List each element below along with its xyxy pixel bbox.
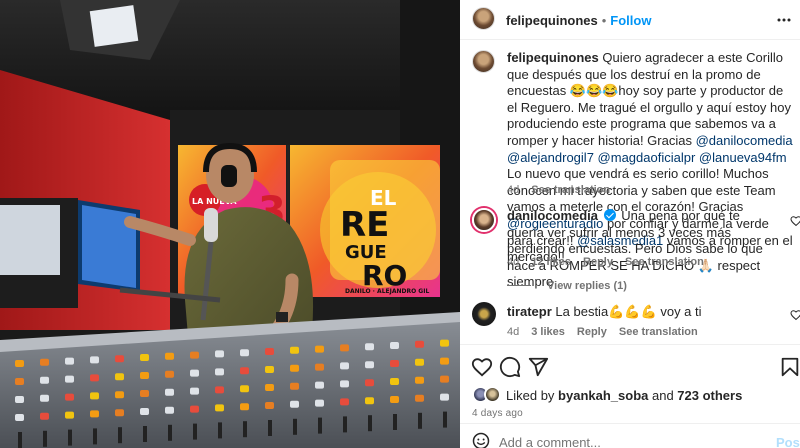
mixing-console <box>0 312 460 448</box>
caption-time[interactable]: 4d <box>507 184 519 196</box>
follow-button[interactable]: Follow <box>610 13 651 28</box>
liked-by-prefix: Liked by <box>506 388 559 403</box>
comment-time[interactable]: 4d <box>507 326 519 338</box>
avatar[interactable] <box>472 7 495 30</box>
liked-by-others[interactable]: 723 others <box>677 388 742 403</box>
see-translation-link[interactable]: See translation <box>531 184 610 196</box>
avatar[interactable] <box>472 208 496 232</box>
liked-by-user[interactable]: byankah_soba <box>558 388 648 403</box>
comment-icon[interactable] <box>499 356 521 378</box>
comment-username[interactable]: tiratepr <box>507 304 552 319</box>
reply-button[interactable]: Reply <box>583 256 613 268</box>
liked-by-middle: and <box>648 388 678 403</box>
post-time-row: 4 days ago <box>472 403 800 419</box>
divider <box>460 423 800 424</box>
view-replies[interactable]: View replies (1) <box>507 276 627 292</box>
ceiling-light <box>89 5 139 47</box>
mention-link[interactable]: @lanueva94fm <box>699 150 787 165</box>
emoji-icon[interactable] <box>472 432 490 448</box>
divider <box>460 344 800 345</box>
post-sidebar: felipequinones • Follow felipequinones Qui… <box>460 0 800 448</box>
avatar[interactable] <box>472 302 496 326</box>
post-button[interactable]: Post <box>776 435 800 448</box>
mention-link[interactable]: @magdaoficialpr <box>598 150 696 165</box>
view-replies-label[interactable]: View replies (1) <box>547 280 627 292</box>
studio-photo: EL RE GUE RO DANILO · ALEJANDRO GIL LA N… <box>0 0 460 448</box>
post-header: felipequinones • Follow <box>460 0 800 40</box>
caption-username[interactable]: felipequinones <box>507 50 599 65</box>
verified-badge-icon <box>603 209 616 221</box>
comment-like-heart-icon[interactable] <box>790 215 800 227</box>
mention-link[interactable]: @alejandrogil7 <box>507 150 594 165</box>
header-separator: • <box>601 13 607 28</box>
screen-text-re: RE <box>340 205 389 245</box>
post-time[interactable]: 4 days ago <box>472 408 523 419</box>
comment-like-heart-icon[interactable] <box>790 309 800 321</box>
replies-divider <box>507 285 531 286</box>
comment-username[interactable]: danilocomedia <box>507 208 598 223</box>
more-horizontal-icon[interactable] <box>776 12 792 28</box>
bookmark-icon[interactable] <box>779 356 800 378</box>
comment-text: La bestia💪💪💪 voy a ti <box>551 304 702 319</box>
heart-icon[interactable] <box>471 356 493 378</box>
avatar[interactable] <box>472 50 495 73</box>
see-translation-link[interactable]: See translation <box>625 256 704 268</box>
reply-button[interactable]: Reply <box>577 326 607 338</box>
see-translation-link[interactable]: See translation <box>619 326 698 338</box>
comment-likes[interactable]: 3 likes <box>531 326 565 338</box>
header-username[interactable]: felipequinones <box>506 13 598 28</box>
add-comment-input[interactable] <box>499 432 749 448</box>
post-image[interactable]: EL RE GUE RO DANILO · ALEJANDRO GIL LA N… <box>0 0 460 448</box>
comment-likes[interactable]: 12 likes <box>531 256 571 268</box>
screen-subtitle: DANILO · ALEJANDRO GIL <box>345 288 429 295</box>
add-comment-bar: Post <box>460 430 800 448</box>
mention-link[interactable]: @danilocomedia <box>696 133 793 148</box>
comment-time[interactable]: 4d <box>507 256 519 268</box>
share-icon[interactable] <box>527 356 549 378</box>
avatar[interactable] <box>484 386 501 403</box>
